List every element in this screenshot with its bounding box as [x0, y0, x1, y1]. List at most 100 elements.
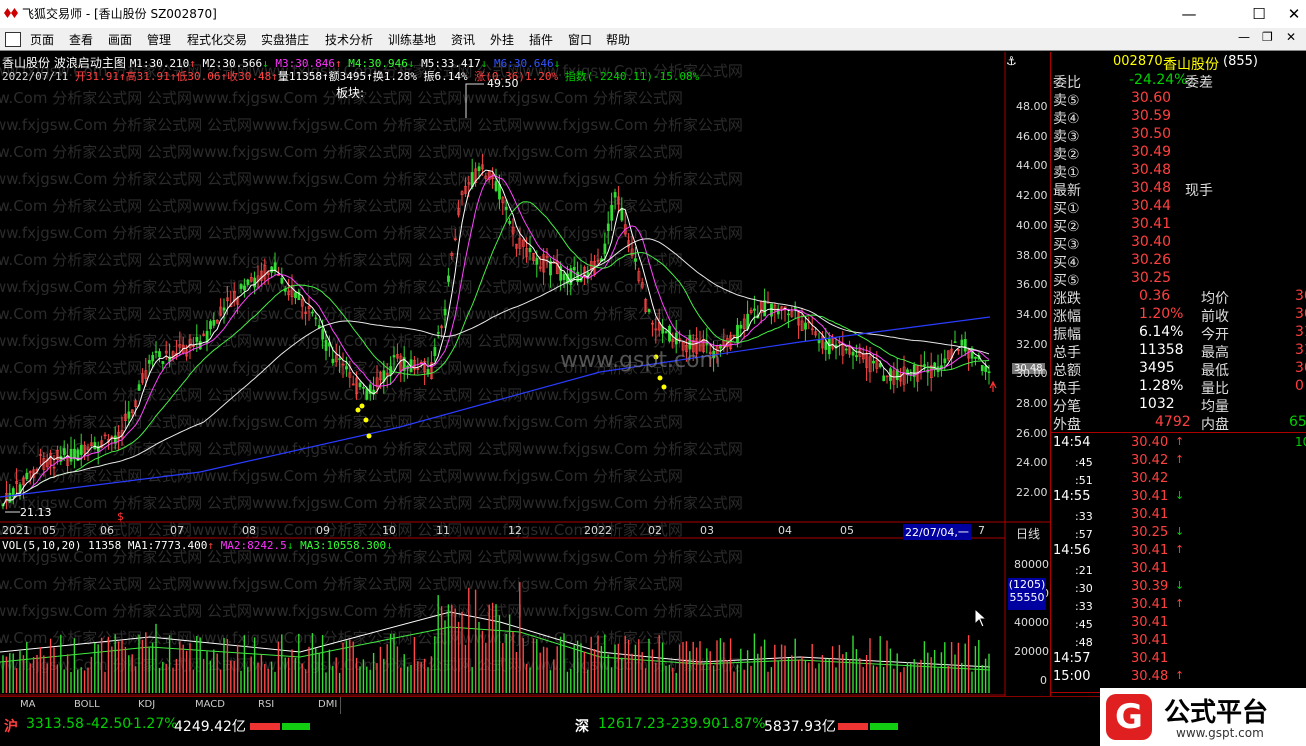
svg-text:公式网www.fxjgsw.Com 分析家公式网 公式网ww: 公式网www.fxjgsw.Com 分析家公式网 公式网www.fxjgsw.C…	[0, 575, 683, 593]
stat-row: 涨幅 1.20% 前收 30	[1051, 306, 1306, 325]
menu-plugins[interactable]: 插件	[529, 31, 553, 48]
candle-body	[69, 448, 73, 462]
price-tick: 34.00	[1016, 307, 1048, 321]
menu-page[interactable]: 页面	[30, 31, 54, 48]
stat-label: 涨跌	[1053, 291, 1081, 307]
info-open: 31.91	[85, 70, 119, 83]
price-tick: 26.00	[1016, 426, 1048, 440]
menu-info[interactable]: 资讯	[451, 31, 475, 48]
menu-canvas[interactable]: 画面	[108, 31, 132, 48]
menu-plugin-ext[interactable]: 外挂	[490, 31, 514, 48]
stat-label: 振幅	[1053, 327, 1081, 343]
tick-arrow: ↓	[1175, 579, 1185, 592]
candle-body	[195, 336, 199, 342]
sell-label: 卖⑤	[1053, 93, 1080, 109]
sh-label: 沪	[4, 719, 18, 735]
mdi-restore-button[interactable]: ❐	[1262, 30, 1273, 44]
candle-body	[270, 266, 274, 273]
sh-pct: -1.27%	[128, 716, 178, 732]
info-amp: 6.14%	[434, 70, 468, 83]
price-tick: 36.00	[1016, 278, 1048, 292]
candle-body	[647, 309, 651, 312]
mdi-minimize-button[interactable]: —	[1238, 30, 1250, 44]
candle-body	[739, 324, 743, 329]
tick-time: 15:00	[1053, 669, 1091, 684]
info-high: 31.91	[136, 70, 170, 83]
time-tick: 03	[700, 524, 714, 537]
window-title: 飞狐交易师 - [香山股份 SZ002870]	[22, 7, 217, 21]
quote-name: 香山股份	[1163, 57, 1219, 73]
minimize-button[interactable]: —	[1166, 0, 1212, 28]
candle-body	[960, 339, 964, 346]
sz-change: -239.90	[666, 716, 721, 732]
tick-arrow: ↑	[1175, 543, 1185, 556]
menu-manage[interactable]: 管理	[147, 31, 171, 48]
buy-order-row: 买⑤ 30.25	[1051, 270, 1306, 289]
anchor-icon[interactable]: ⚓	[1006, 54, 1017, 68]
candle-body	[358, 382, 362, 388]
stat-label: 总手	[1053, 345, 1081, 361]
maximize-button[interactable]: ☐	[1236, 0, 1282, 28]
brand-badge: G 公式平台 www.gspt.com	[1100, 688, 1306, 746]
quote-market-no: (855)	[1223, 54, 1258, 69]
quote-panel: 002870 香山股份 (855) 委比 -24.24% 委差 卖⑤ 30.60 卖…	[1050, 52, 1306, 715]
board-label: 板块:	[336, 86, 365, 100]
buy-price: 30.40	[1131, 234, 1172, 250]
stat-label-2: 最低	[1201, 363, 1229, 379]
menu-help[interactable]: 帮助	[606, 31, 630, 48]
mdi-close-button[interactable]: ✕	[1286, 30, 1296, 44]
sh-index: 3313.58	[26, 716, 84, 732]
volume-legend: VOL(5,10,20) 11358 MA1:7773.400↑ MA2:824…	[2, 539, 393, 552]
menu-window[interactable]: 窗口	[568, 31, 592, 48]
svg-text:公式网www.fxjgsw.Com 分析家公式网 公式网ww: 公式网www.fxjgsw.Com 分析家公式网 公式网www.fxjgsw.C…	[0, 413, 683, 431]
quote-code: 002870	[1113, 54, 1163, 69]
candle-body	[25, 472, 29, 480]
close-button[interactable]: ✕	[1282, 0, 1306, 28]
menu-training[interactable]: 训练基地	[388, 31, 436, 48]
sell-order-row: 卖③ 30.50	[1051, 126, 1306, 145]
tick-volume: 10	[1295, 435, 1306, 449]
price-tick: 32.00	[1016, 337, 1048, 351]
buy-order-row: 买① 30.44	[1051, 198, 1306, 217]
info-high-label: 高	[125, 70, 137, 83]
menu-doc-icon[interactable]	[5, 32, 21, 47]
tick-row: 14:54 30.40 ↑ 10	[1051, 435, 1306, 453]
tick-price: 30.41	[1131, 489, 1169, 504]
stat-row: 总手 11358 最高 31	[1051, 342, 1306, 361]
candle-body	[664, 331, 668, 333]
candle-body	[933, 362, 937, 368]
info-turn-label: 换	[372, 70, 384, 83]
price-tick: 38.00	[1016, 248, 1048, 262]
menu-program-trading[interactable]: 程式化交易	[187, 31, 247, 48]
stat-label: 换手	[1053, 381, 1081, 397]
stat-label-2: 最高	[1201, 345, 1229, 361]
stat-row: 涨跌 0.36 均价 30	[1051, 288, 1306, 307]
menu-tech-analysis[interactable]: 技术分析	[325, 31, 373, 48]
info-amt: 3495	[339, 70, 367, 83]
buy-label: 买④	[1053, 255, 1080, 271]
menu-view[interactable]: 查看	[69, 31, 93, 48]
stat-value-2: 30	[1295, 306, 1306, 322]
kline-chart-area[interactable]: 公式网www.fxjgsw.Com 分析家公式网 公式网www.fxjgsw.C…	[0, 52, 1050, 696]
period-label[interactable]: 日线	[1016, 525, 1040, 542]
quote-header: 002870 香山股份 (855)	[1051, 54, 1306, 73]
candle-body	[222, 307, 226, 311]
menu-live-hunt[interactable]: 实盘猎庄	[261, 31, 309, 48]
candle-body	[280, 278, 284, 284]
outer-value: 4792	[1155, 414, 1191, 430]
sz-breadth-bar	[838, 719, 898, 733]
candle-body	[923, 364, 926, 366]
tick-price: 30.41	[1131, 561, 1169, 576]
candle-body	[338, 358, 342, 360]
inner-value: 65	[1289, 414, 1306, 430]
sell-price: 30.49	[1131, 144, 1172, 160]
last-price-row: 最新 30.48 现手	[1051, 180, 1306, 199]
candle-body	[443, 308, 447, 316]
time-tick: 2022	[584, 524, 612, 537]
candle-body	[787, 313, 790, 316]
stat-label: 分笔	[1053, 399, 1081, 415]
sell-order-row: 卖② 30.49	[1051, 144, 1306, 163]
sz-label: 深	[575, 719, 589, 735]
stat-label-2: 均价	[1201, 291, 1229, 307]
svg-text:公式网www.fxjgsw.Com 分析家公式网 公式网ww: 公式网www.fxjgsw.Com 分析家公式网 公式网www.fxjgsw.C…	[0, 305, 683, 323]
